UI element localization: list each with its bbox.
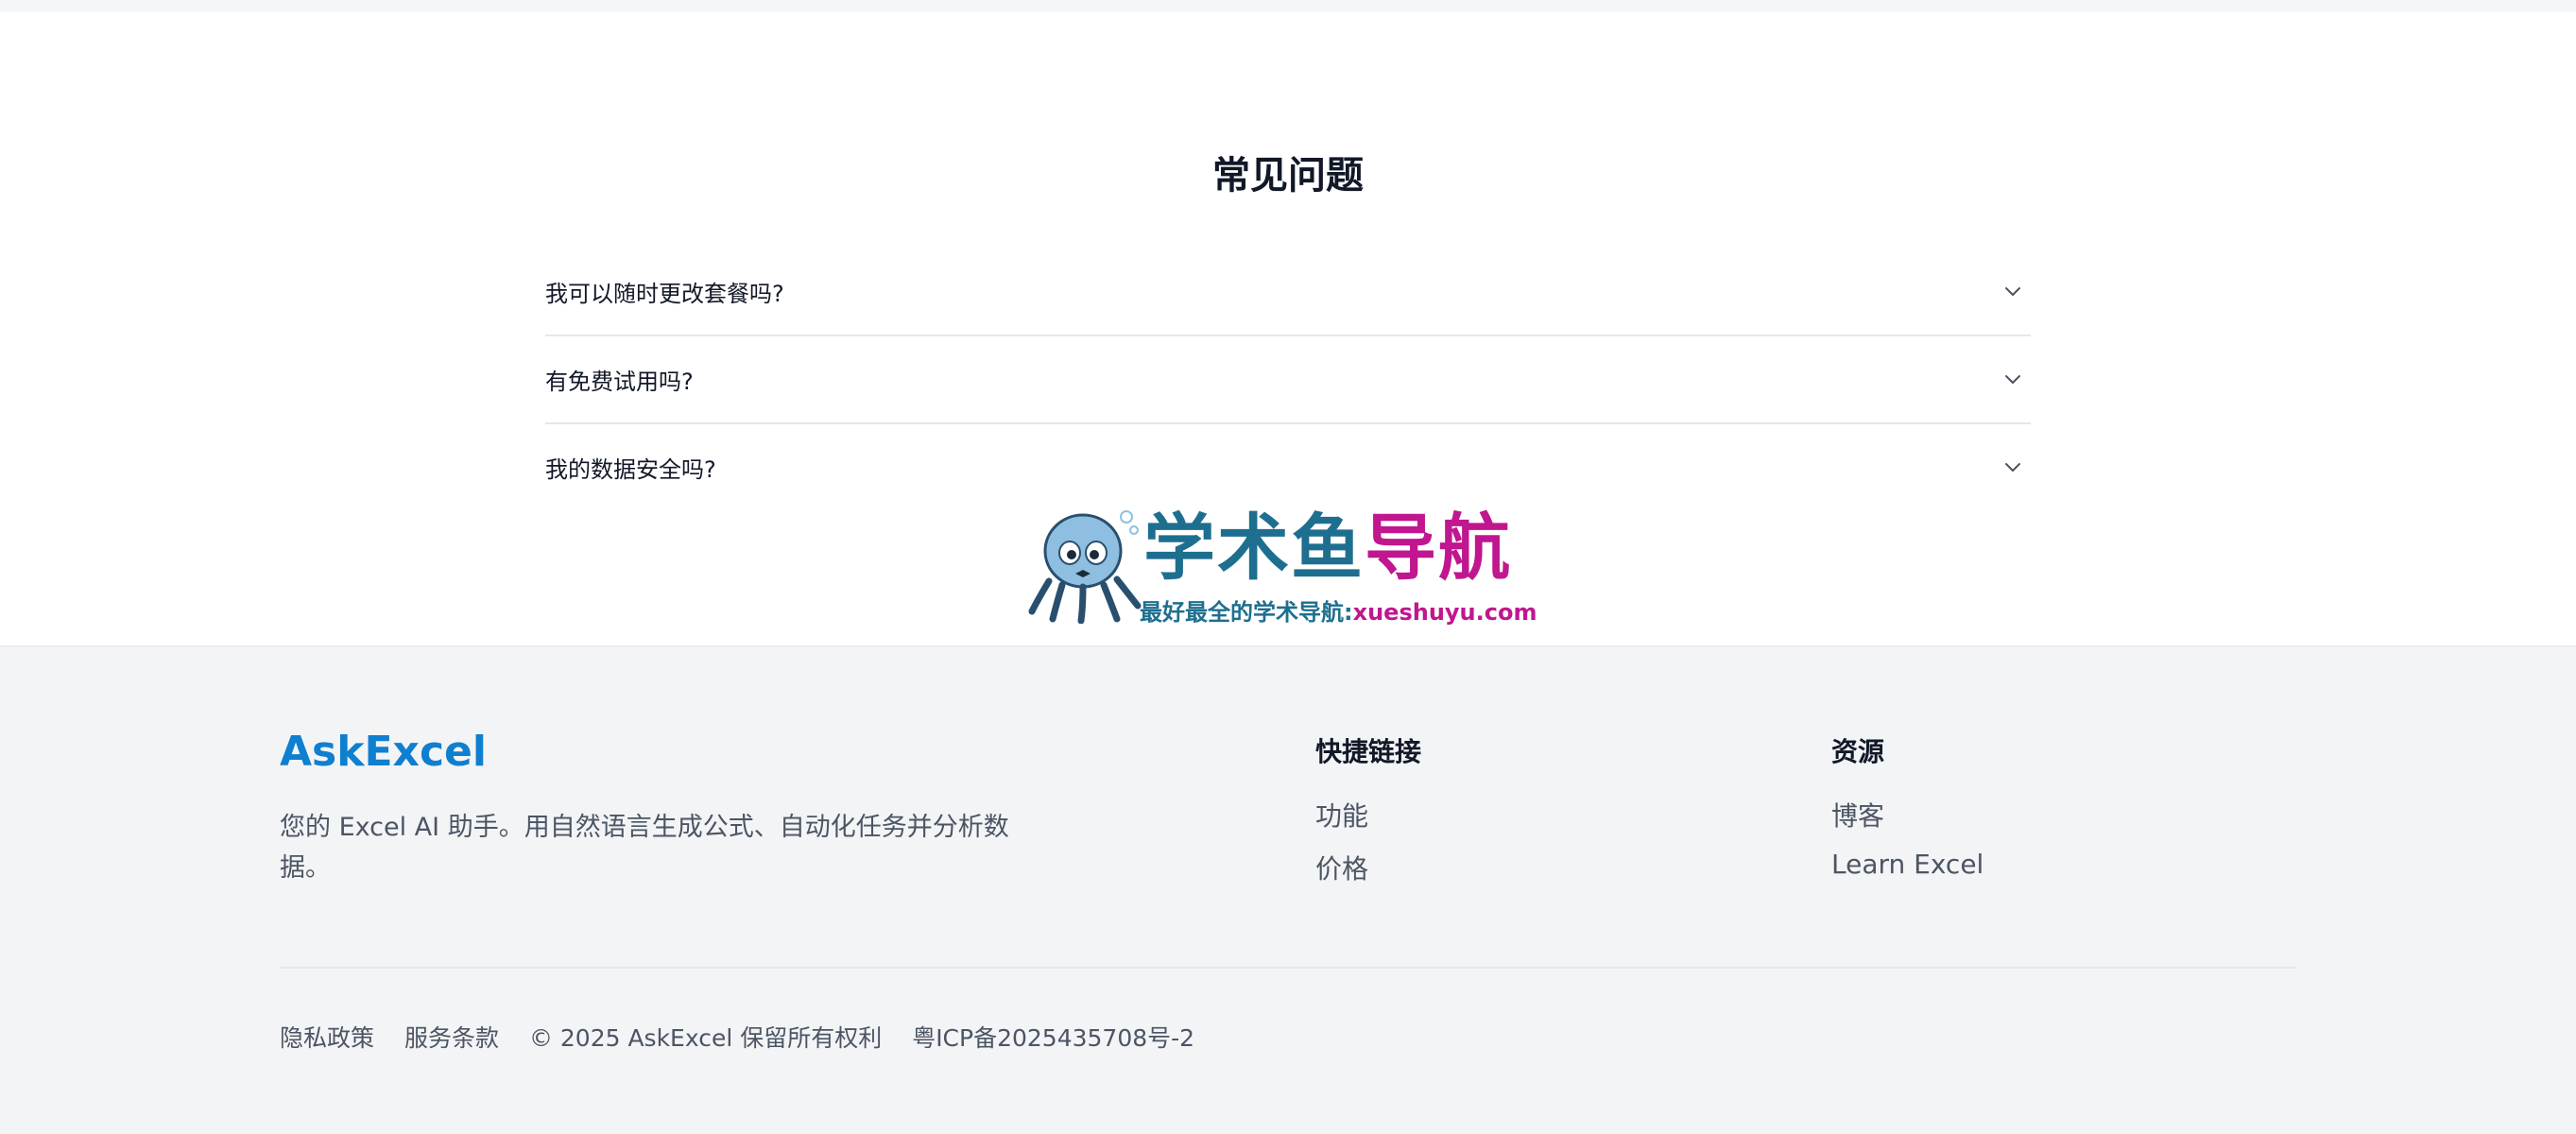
resources-heading: 资源 xyxy=(1831,736,1885,767)
footer-link-blog[interactable]: 博客 xyxy=(1831,796,1884,833)
faq-item[interactable]: 我可以随时更改套餐吗? xyxy=(545,249,2031,336)
footer-link-pricing[interactable]: 价格 xyxy=(1315,849,1368,886)
faq-question: 有免费试用吗? xyxy=(545,369,694,395)
footer: AskExcel 您的 Excel AI 助手。用自然语言生成公式、自动化任务并… xyxy=(0,645,2576,1134)
watermark-title-part1: 学术鱼 xyxy=(1143,506,1365,590)
copyright-text: © 2025 AskExcel 保留所有权利 xyxy=(528,1024,883,1052)
top-strip xyxy=(0,0,2576,12)
watermark: 学术鱼导航 最好最全的学术导航:xueshuyu.com xyxy=(1028,506,1557,628)
faq-question: 我的数据安全吗? xyxy=(545,456,716,483)
watermark-subtitle-part1: 最好最全的学术导航: xyxy=(1140,599,1353,626)
quick-links-heading: 快捷链接 xyxy=(1315,736,1422,767)
watermark-title: 学术鱼导航 xyxy=(1143,506,1512,591)
privacy-policy-link[interactable]: 隐私政策 xyxy=(280,1024,374,1052)
octopus-mascot-icon xyxy=(1028,510,1142,624)
footer-link-learn-excel[interactable]: Learn Excel xyxy=(1831,849,1984,880)
watermark-subtitle-part2: xueshuyu.com xyxy=(1352,599,1537,626)
watermark-subtitle: 最好最全的学术导航:xueshuyu.com xyxy=(1140,593,1537,627)
brand-logo[interactable]: AskExcel xyxy=(280,728,487,776)
chevron-down-icon xyxy=(2005,287,2020,296)
faq-list: 我可以随时更改套餐吗? 有免费试用吗? 我的数据安全吗? xyxy=(545,249,2031,512)
faq-title: 常见问题 xyxy=(1212,154,1364,198)
footer-link-features[interactable]: 功能 xyxy=(1315,796,1368,833)
chevron-down-icon xyxy=(2005,463,2020,472)
faq-question: 我可以随时更改套餐吗? xyxy=(545,281,784,307)
watermark-title-part2: 导航 xyxy=(1365,506,1512,590)
icp-license-link[interactable]: 粤ICP备2025435708号-2 xyxy=(912,1024,1194,1052)
footer-divider xyxy=(280,967,2296,969)
chevron-down-icon xyxy=(2005,375,2020,384)
faq-item[interactable]: 我的数据安全吗? xyxy=(545,424,2031,512)
footer-bottom-bar: 隐私政策 服务条款 © 2025 AskExcel 保留所有权利 粤ICP备20… xyxy=(280,1020,1217,1054)
terms-of-service-link[interactable]: 服务条款 xyxy=(404,1024,499,1052)
faq-item[interactable]: 有免费试用吗? xyxy=(545,336,2031,424)
brand-description: 您的 Excel AI 助手。用自然语言生成公式、自动化任务并分析数据。 xyxy=(280,813,1009,883)
